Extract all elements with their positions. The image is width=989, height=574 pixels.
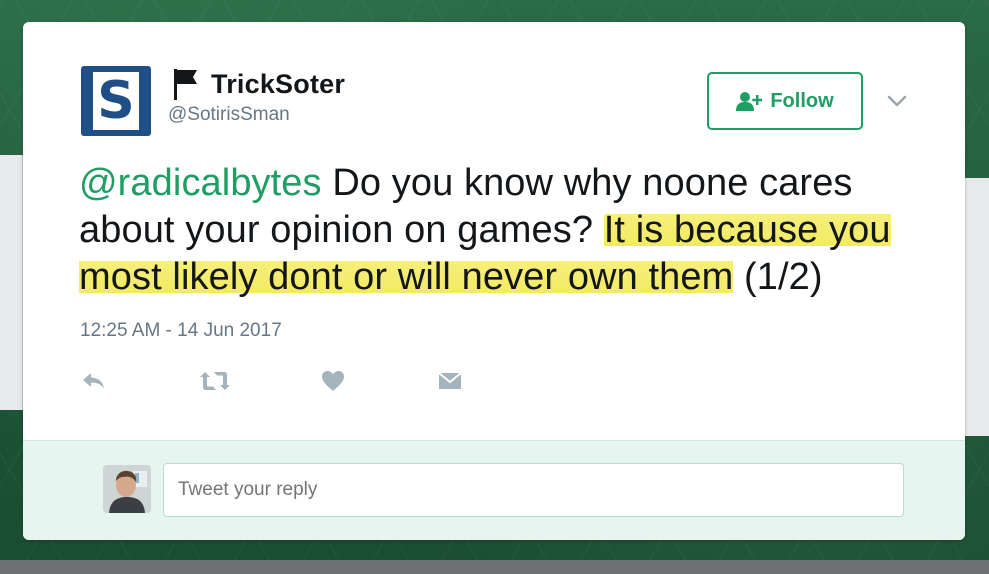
retweet-icon xyxy=(200,372,230,390)
follow-label: Follow xyxy=(770,89,834,112)
author-display-name[interactable]: TrickSoter xyxy=(211,69,345,100)
author-handle[interactable]: @SotirisSman xyxy=(168,104,290,126)
reply-button[interactable] xyxy=(81,368,107,394)
bottom-bar xyxy=(0,560,989,574)
like-button[interactable] xyxy=(321,368,345,394)
background-panel-left xyxy=(0,155,23,410)
tweet-card: S TrickSoter @SotirisSman Follow @radica… xyxy=(23,22,965,540)
author-name-row: TrickSoter xyxy=(171,66,345,102)
envelope-icon xyxy=(438,372,462,389)
chevron-down-icon[interactable] xyxy=(886,93,908,109)
add-user-icon xyxy=(736,92,763,111)
tweet-text: @radicalbytes Do you know why noone care… xyxy=(79,160,919,301)
tweet-text-suffix: (1/2) xyxy=(733,256,823,298)
avatar-letter: S xyxy=(93,72,139,130)
follow-button[interactable]: Follow xyxy=(707,72,863,130)
reply-input[interactable] xyxy=(163,463,904,517)
heart-icon xyxy=(322,371,344,391)
tweet-mention[interactable]: @radicalbytes xyxy=(79,162,322,204)
user-photo xyxy=(103,465,151,513)
retweet-button[interactable] xyxy=(199,368,231,394)
flag-icon xyxy=(174,69,197,100)
message-button[interactable] xyxy=(437,368,463,394)
current-user-avatar xyxy=(103,465,151,513)
background-panel-right xyxy=(964,178,989,436)
reply-icon xyxy=(83,373,104,389)
tweet-timestamp[interactable]: 12:25 AM - 14 Jun 2017 xyxy=(80,320,282,342)
author-avatar[interactable]: S xyxy=(81,66,151,136)
